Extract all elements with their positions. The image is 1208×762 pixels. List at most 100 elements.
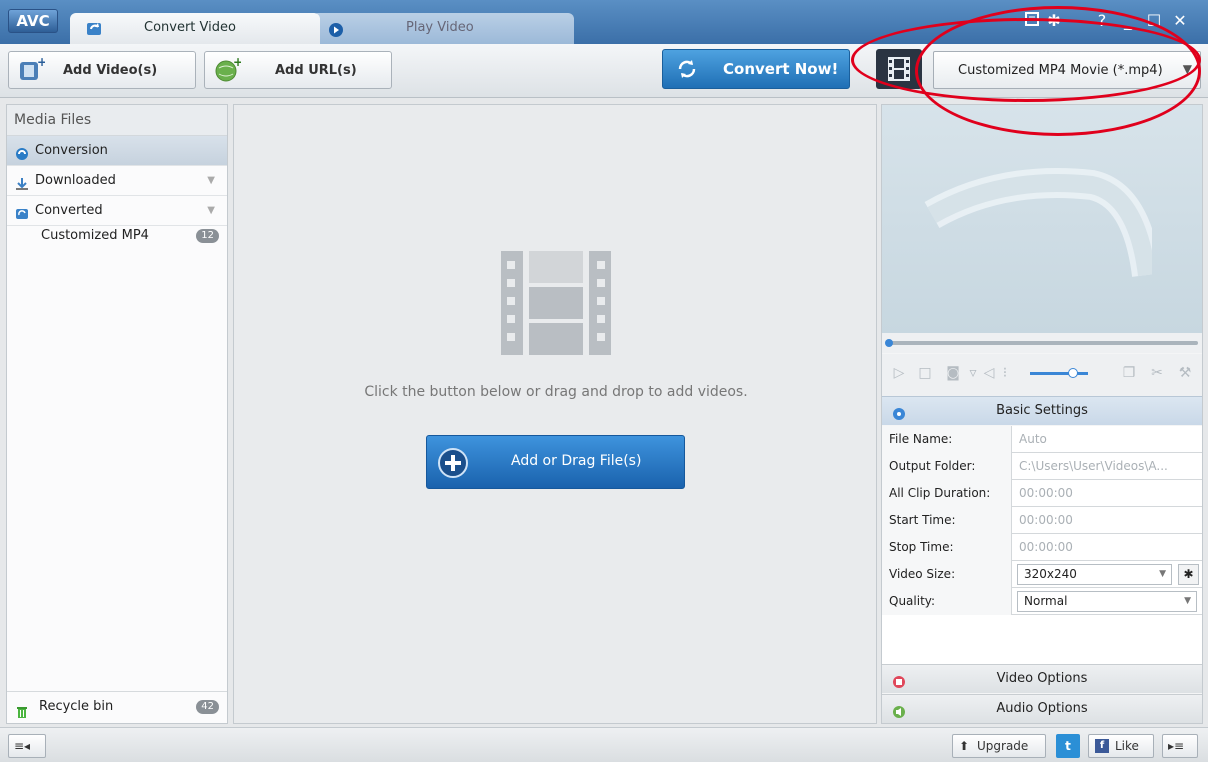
output-profile-value: Customized MP4 Movie (*.mp4) xyxy=(958,63,1163,78)
count-badge: 12 xyxy=(196,229,219,243)
convert-now-label: Convert Now! xyxy=(723,60,839,78)
settings-key: All Clip Duration: xyxy=(882,480,1012,507)
refresh-icon xyxy=(675,57,699,81)
sidebar-item-converted[interactable]: Converted ▼ xyxy=(7,196,227,226)
settings-list-icon[interactable] xyxy=(1022,11,1042,31)
sidebar-item-label: Converted xyxy=(35,203,103,218)
sidebar-item-label: Downloaded xyxy=(35,173,116,188)
settings-key: File Name: xyxy=(882,426,1012,453)
upload-icon: ⬆ xyxy=(959,739,970,753)
help-icon[interactable]: ? xyxy=(1092,11,1112,31)
app-logo: AVC xyxy=(8,9,58,33)
tab-label: Convert Video xyxy=(144,20,236,35)
audio-options-header[interactable]: Audio Options xyxy=(882,694,1202,723)
seek-bar[interactable] xyxy=(882,333,1202,353)
scissors-icon[interactable]: ✂ xyxy=(1148,364,1166,382)
wand-icon[interactable]: ⚒ xyxy=(1176,364,1194,382)
play-icon xyxy=(328,20,344,37)
tab-convert-video[interactable]: Convert Video xyxy=(70,13,320,44)
sidebar-item-conversion[interactable]: Conversion xyxy=(7,136,227,166)
settings-row-video-size: Video Size: 320x240 ▼ ✱ xyxy=(882,561,1202,588)
download-icon xyxy=(15,173,29,190)
chevron-down-icon: ▼ xyxy=(1184,596,1191,606)
settings-row-quality: Quality: Normal ▼ xyxy=(882,588,1202,615)
film-strip-icon xyxy=(888,57,910,84)
sidebar-item-recycle-bin[interactable]: Recycle bin 42 xyxy=(7,691,227,723)
add-url-button[interactable]: + Add URL(s) xyxy=(204,51,392,89)
settings-key: Start Time: xyxy=(882,507,1012,534)
file-name-field[interactable]: Auto xyxy=(1013,426,1202,453)
minimize-icon[interactable]: _ xyxy=(1118,11,1138,31)
video-options-header[interactable]: Video Options xyxy=(882,664,1202,693)
count-badge: 42 xyxy=(196,700,219,714)
settings-row-clip-duration: All Clip Duration: 00:00:00 xyxy=(882,480,1202,507)
add-videos-button[interactable]: + Add Video(s) xyxy=(8,51,196,89)
seek-track[interactable] xyxy=(886,341,1198,345)
facebook-like-button[interactable]: f Like xyxy=(1088,734,1154,758)
player-controls: ▷ □ ◙ ▿ ◁ ⁝ ❐ ✂ ⚒ xyxy=(882,354,1202,396)
basic-settings-header[interactable]: Basic Settings xyxy=(882,396,1202,425)
sidebar-subitem-customized-mp4[interactable]: Customized MP4 12 xyxy=(7,226,227,248)
settings-row-file-name: File Name: Auto xyxy=(882,426,1202,453)
maximize-icon[interactable]: ☐ xyxy=(1144,11,1164,31)
settings-row-output-folder: Output Folder: C:\Users\User\Videos\A... xyxy=(882,453,1202,480)
settings-icon xyxy=(892,404,906,420)
basic-settings-title: Basic Settings xyxy=(996,403,1088,418)
copy-icon[interactable]: ❐ xyxy=(1120,364,1138,382)
chevron-down-icon[interactable]: ▼ xyxy=(207,196,215,225)
settings-key: Video Size: xyxy=(882,561,1012,588)
tab-label: Play Video xyxy=(406,20,474,35)
seek-knob[interactable] xyxy=(885,339,893,347)
quality-value: Normal xyxy=(1024,594,1068,608)
video-size-select[interactable]: 320x240 ▼ xyxy=(1017,564,1172,585)
clip-duration-value: 00:00:00 xyxy=(1019,486,1073,500)
settings-table: File Name: Auto Output Folder: C:\Users\… xyxy=(882,426,1202,687)
audio-options-icon xyxy=(892,702,906,718)
settings-key: Stop Time: xyxy=(882,534,1012,561)
close-icon[interactable]: ✕ xyxy=(1170,11,1190,31)
tab-play-video[interactable]: Play Video xyxy=(312,13,574,44)
gear-icon[interactable]: ✱ xyxy=(1044,11,1064,31)
chevron-down-icon[interactable]: ▼ xyxy=(207,166,215,195)
film-profile-button[interactable] xyxy=(876,49,922,89)
stop-time-field[interactable]: 00:00:00 xyxy=(1013,534,1202,561)
toggle-panel-button[interactable]: ▸≡ xyxy=(1162,734,1198,758)
output-profile-select[interactable]: Customized MP4 Movie (*.mp4) ▼ xyxy=(933,51,1201,89)
like-label: Like xyxy=(1115,739,1139,753)
title-bar: AVC Play Video Convert Video ✱ ? _ ☐ ✕ xyxy=(0,0,1208,44)
globe-icon: + xyxy=(213,55,243,84)
file-drop-area[interactable]: Click the button below or drag and drop … xyxy=(233,104,877,724)
chevron-down-icon: ▼ xyxy=(1159,569,1166,579)
volume-slider[interactable] xyxy=(1030,372,1088,375)
audio-options-title: Audio Options xyxy=(996,701,1088,716)
convert-now-button[interactable]: Convert Now! xyxy=(662,49,850,89)
stop-icon[interactable]: □ xyxy=(916,364,934,382)
sidebar-item-label: Conversion xyxy=(35,143,108,158)
upgrade-label: Upgrade xyxy=(977,739,1029,753)
start-time-field[interactable]: 00:00:00 xyxy=(1013,507,1202,534)
sidebar-header: Media Files xyxy=(7,105,227,136)
sidebar-item-downloaded[interactable]: Downloaded ▼ xyxy=(7,166,227,196)
play-icon[interactable]: ▷ xyxy=(890,364,908,382)
video-size-value: 320x240 xyxy=(1024,567,1077,581)
svg-text:+: + xyxy=(233,56,241,69)
snapshot-icon[interactable]: ◙ xyxy=(944,364,962,382)
gear-icon[interactable]: ✱ xyxy=(1178,564,1199,585)
converted-icon xyxy=(15,203,29,219)
video-preview xyxy=(882,105,1202,333)
settings-row-stop-time: Stop Time: 00:00:00 xyxy=(882,534,1202,561)
toolbar: + Add Video(s) + Add URL(s) Convert Now!… xyxy=(0,44,1208,98)
quality-select[interactable]: Normal ▼ xyxy=(1017,591,1197,612)
twitter-icon[interactable]: t xyxy=(1056,734,1080,758)
drop-hint-text: Click the button below or drag and drop … xyxy=(364,384,748,400)
sidebar-toggle-icon: ≡◂ xyxy=(14,739,31,753)
settings-key: Quality: xyxy=(882,588,1012,615)
upgrade-button[interactable]: ⬆ Upgrade xyxy=(952,734,1046,758)
add-or-drag-files-button[interactable]: Add or Drag File(s) xyxy=(426,435,685,489)
status-bar: ≡◂ ⬆ Upgrade t f Like ▸≡ xyxy=(0,727,1208,762)
svg-text:+: + xyxy=(37,56,45,69)
toggle-sidebar-button[interactable]: ≡◂ xyxy=(8,734,46,758)
preview-settings-panel: ▷ □ ◙ ▿ ◁ ⁝ ❐ ✂ ⚒ Basic Settings File Na… xyxy=(881,104,1203,724)
output-folder-field[interactable]: C:\Users\User\Videos\A... xyxy=(1013,453,1202,480)
volume-knob[interactable] xyxy=(1068,368,1078,378)
